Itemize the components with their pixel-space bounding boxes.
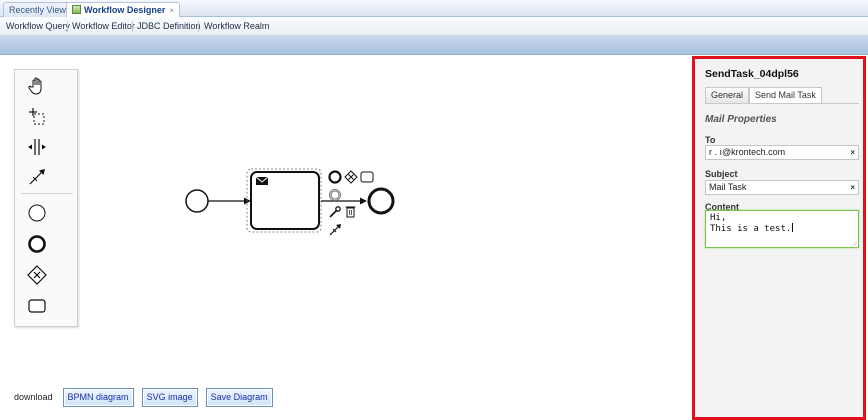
- clear-to-icon[interactable]: ×: [850, 146, 855, 159]
- end-event-icon: [28, 235, 46, 253]
- task-icon: [28, 299, 46, 313]
- subject-label: Subject: [705, 169, 738, 179]
- tool-palette: [14, 69, 78, 327]
- download-label: download: [14, 392, 53, 402]
- save-diagram-button[interactable]: Save Diagram: [205, 387, 273, 407]
- tab-send-mail-task[interactable]: Send Mail Task: [749, 87, 822, 104]
- global-connect-tool[interactable]: [25, 165, 49, 189]
- download-bpmn-button[interactable]: BPMN diagram: [62, 387, 134, 407]
- palette-divider: [21, 193, 73, 194]
- bpmn-diagram: [185, 168, 395, 236]
- hand-tool[interactable]: [25, 74, 49, 98]
- envelope-icon: [255, 176, 269, 185]
- lasso-icon: [29, 108, 45, 125]
- content-line: This is a test.: [710, 224, 792, 234]
- subject-value: Mail Task: [709, 182, 747, 192]
- create-task-tool[interactable]: [25, 294, 49, 318]
- end-event[interactable]: [367, 187, 395, 215]
- to-field[interactable]: r . ı@krontech.com ×: [705, 145, 859, 160]
- connect-icon[interactable]: [329, 224, 341, 236]
- trash-icon[interactable]: [345, 206, 356, 218]
- hand-icon: [28, 77, 42, 95]
- gateway-icon: [27, 265, 47, 285]
- tab-general[interactable]: General: [705, 87, 750, 104]
- to-label: To: [705, 135, 716, 145]
- create-end-event-tool[interactable]: [25, 232, 49, 256]
- subject-field[interactable]: Mail Task ×: [705, 180, 859, 195]
- create-gateway-tool[interactable]: [25, 263, 49, 287]
- flow-arrowhead: [244, 197, 251, 205]
- connect-icon: [29, 169, 45, 185]
- content-line: Hi,: [710, 213, 727, 223]
- properties-panel: SendTask_04dpl56 General Send Mail Task …: [692, 56, 866, 420]
- group-title: Mail Properties: [705, 114, 777, 125]
- append-end-event-icon[interactable]: [328, 170, 342, 184]
- space-tool[interactable]: [25, 135, 49, 159]
- content-line-with-caret: This is a test.: [710, 223, 854, 234]
- append-gateway-icon[interactable]: [344, 170, 358, 184]
- lasso-tool[interactable]: [25, 105, 49, 129]
- element-id-title: SendTask_04dpl56: [705, 68, 799, 80]
- to-value: r . ı@krontech.com: [709, 147, 786, 157]
- content-textarea[interactable]: Hi, This is a test.: [705, 210, 859, 248]
- download-bar: download BPMN diagram SVG image Save Dia…: [14, 387, 281, 407]
- flow-arrowhead: [360, 197, 367, 205]
- context-pad: [328, 170, 374, 236]
- tab-underline: [705, 103, 859, 104]
- space-icon: [28, 139, 46, 155]
- create-start-event-tool[interactable]: [25, 201, 49, 225]
- start-event[interactable]: [185, 189, 209, 213]
- resize-grip-icon[interactable]: [851, 240, 857, 246]
- download-svg-button[interactable]: SVG image: [141, 387, 198, 407]
- append-task-icon[interactable]: [360, 171, 374, 183]
- text-caret: [792, 223, 794, 232]
- wrench-icon[interactable]: [329, 206, 341, 218]
- start-event-icon: [28, 204, 46, 222]
- append-intermediate-event-icon[interactable]: [329, 189, 341, 201]
- clear-subject-icon[interactable]: ×: [850, 181, 855, 194]
